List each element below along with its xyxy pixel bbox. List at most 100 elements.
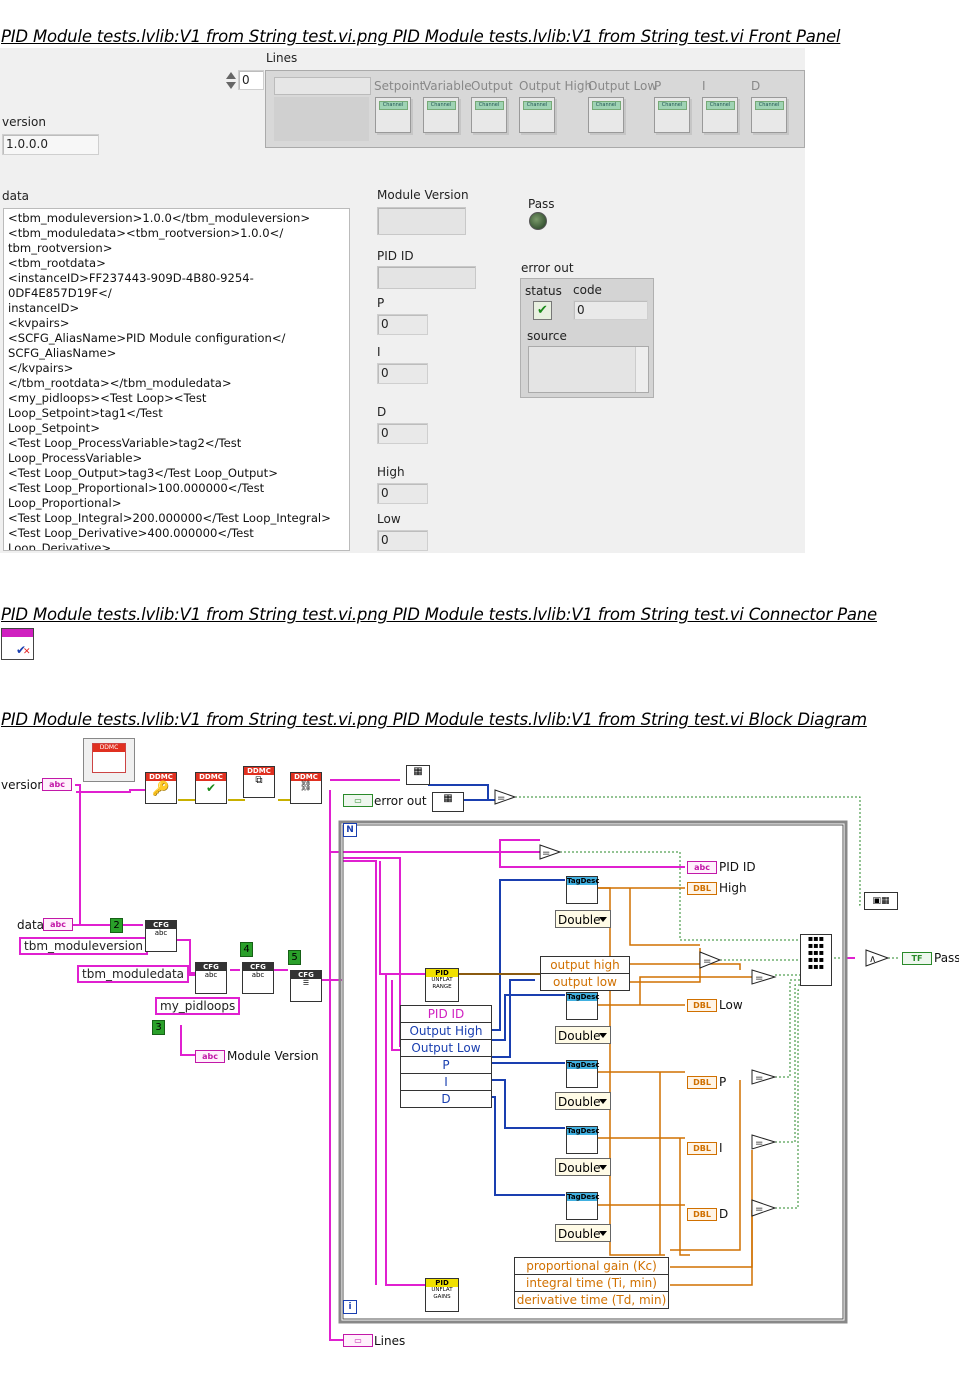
source-indicator <box>528 346 649 393</box>
tagdesc-vi-5[interactable]: TagDesc <box>566 1192 599 1220</box>
lines-terminal: ▭ <box>343 1334 373 1347</box>
data-terminal[interactable]: abc <box>43 918 73 931</box>
array-build-icon: ▦ <box>432 792 464 812</box>
unbundle-output-high: Output High <box>401 1023 491 1040</box>
cfg-vi-4[interactable]: CFG ☰ <box>290 970 322 1002</box>
channel-p[interactable]: Channel <box>654 97 690 133</box>
double-select-5[interactable]: Double <box>555 1224 611 1242</box>
channel-i[interactable]: Channel <box>702 97 738 133</box>
error-out-label: error out <box>521 261 574 275</box>
ddmc-vi-4[interactable]: DDMC ⛓ <box>290 772 322 804</box>
gains-derivative: derivative time (Td, min) <box>516 1293 667 1307</box>
double-select-3[interactable]: Double <box>555 1092 611 1110</box>
col-variable: Variable <box>423 79 472 93</box>
ddmc-vi-3[interactable]: DDMC ⧉ <box>243 766 275 798</box>
lines-wire-label: Lines <box>374 1334 406 1348</box>
unbundle-pid-id: PID ID <box>401 1006 491 1023</box>
col-setpoint: Setpoint <box>374 79 425 93</box>
module-version-label: Module Version <box>377 188 469 202</box>
source-scrollbar[interactable] <box>635 347 648 392</box>
double-select-2[interactable]: Double <box>555 1026 611 1044</box>
channel-d[interactable]: Channel <box>751 97 787 133</box>
p-terminal: DBL <box>687 1076 717 1089</box>
double-select-4[interactable]: Double <box>555 1158 611 1176</box>
channel-setpoint[interactable]: Channel <box>375 97 411 133</box>
unbundle-d: D <box>441 1092 451 1106</box>
unbundle-node[interactable]: PID ID Output High Output Low P I D <box>400 1005 492 1108</box>
svg-text:=: = <box>755 1138 763 1149</box>
high-wire-label: High <box>719 881 747 895</box>
cfg-vi-1[interactable]: CFG abc <box>145 920 177 952</box>
pid-unflat-range-vi[interactable]: PID UNFLAT RANGE <box>425 968 459 1002</box>
module-version-wire-label: Module Version <box>227 1049 319 1063</box>
d-terminal: DBL <box>687 1208 717 1221</box>
version-input[interactable]: 1.0.0.0 <box>2 134 99 155</box>
cfg-vi-2[interactable]: CFG abc <box>195 962 227 994</box>
col-output: Output <box>471 79 513 93</box>
tbm-moduledata-constant[interactable]: tbm_moduledata <box>77 965 190 983</box>
front-panel: 0 Lines Setpoint Variable Output Output … <box>0 48 805 553</box>
i-indicator: 0 <box>377 363 428 384</box>
error-out-wire-label: error out <box>374 794 427 808</box>
tagdesc-vi-4[interactable]: TagDesc <box>566 1126 599 1154</box>
loop-count-terminal[interactable]: N <box>343 823 357 837</box>
lines-row-header <box>274 77 371 95</box>
low-terminal: DBL <box>687 999 717 1012</box>
lines-label: Lines <box>266 51 298 65</box>
col-output-low: Output Low <box>588 79 658 93</box>
range-unbundle-node[interactable]: output high output low <box>540 956 630 991</box>
tbm-moduleversion-constant[interactable]: tbm_moduleversion <box>19 937 148 955</box>
pass-led <box>529 212 547 230</box>
pid-id-terminal: abc <box>687 861 717 874</box>
lines-table[interactable]: Setpoint Variable Output Output High Out… <box>265 70 805 148</box>
svg-text:∧: ∧ <box>869 954 876 965</box>
data-wire-label: data <box>17 918 45 932</box>
high-label: High <box>377 465 405 479</box>
gains-unbundle-node[interactable]: proportional gain (Kc) integral time (Ti… <box>514 1257 669 1309</box>
block-diagram-caption: PID Module tests.lvlib:V1 from String te… <box>1 710 867 729</box>
status-check-icon: ✔ <box>533 301 552 320</box>
channel-variable[interactable]: Channel <box>423 97 459 133</box>
channel-output-high[interactable]: Channel <box>519 97 555 133</box>
gains-integral: integral time (Ti, min) <box>515 1275 668 1292</box>
version-wire-label: version <box>1 778 45 792</box>
col-output-high: Output High <box>519 79 593 93</box>
tagdesc-vi-2[interactable]: TagDesc <box>566 992 599 1020</box>
lines-index-stepper[interactable] <box>225 70 237 92</box>
range-output-low: output low <box>553 975 617 989</box>
tagdesc-vi-3[interactable]: TagDesc <box>566 1060 599 1088</box>
i-wire-label: I <box>719 1141 723 1155</box>
channel-output-low[interactable]: Channel <box>588 97 624 133</box>
version-label: version <box>2 115 46 129</box>
pid-id-indicator <box>377 266 476 289</box>
block-diagram: = = = = = = = ∧ version abc DDMC DDMC 🔑 DDMC ✔ … <box>0 730 959 1375</box>
low-indicator: 0 <box>377 530 428 551</box>
pid-unflat-gains-vi[interactable]: PID UNFLAT GAINS <box>425 1278 459 1312</box>
error-out-terminal[interactable]: ▭ <box>343 794 373 807</box>
module-version-terminal: abc <box>195 1050 225 1063</box>
badge-2: 2 <box>110 918 123 933</box>
ddmc-constant[interactable]: DDMC <box>83 738 135 782</box>
cfg-vi-3[interactable]: CFG abc <box>242 962 274 994</box>
my-pidloops-constant[interactable]: my_pidloops <box>155 997 241 1015</box>
i-terminal: DBL <box>687 1142 717 1155</box>
lines-index[interactable]: 0 <box>238 70 264 90</box>
version-terminal[interactable]: abc <box>42 778 72 791</box>
double-select-1[interactable]: Double <box>555 910 611 928</box>
d-wire-label: D <box>719 1207 729 1221</box>
ddmc-vi-2[interactable]: DDMC ✔ <box>195 772 227 804</box>
pass-terminal: TF <box>902 952 932 965</box>
col-p: P <box>654 79 662 93</box>
low-label: Low <box>377 512 401 526</box>
unbundle-p: P <box>401 1057 491 1074</box>
p-indicator: 0 <box>377 314 428 335</box>
channel-output[interactable]: Channel <box>471 97 507 133</box>
svg-text:=: = <box>497 793 505 804</box>
unbundle-output-low: Output Low <box>401 1040 491 1057</box>
ddmc-vi-1[interactable]: DDMC 🔑 <box>145 772 177 804</box>
tagdesc-vi-1[interactable]: TagDesc <box>566 876 599 904</box>
pid-id-wire-label: PID ID <box>719 860 756 874</box>
pid-id-label: PID ID <box>377 249 414 263</box>
connector-pane-caption: PID Module tests.lvlib:V1 from String te… <box>1 605 877 624</box>
data-input[interactable]: <tbm_moduleversion>1.0.0</tbm_modulevers… <box>3 208 350 551</box>
